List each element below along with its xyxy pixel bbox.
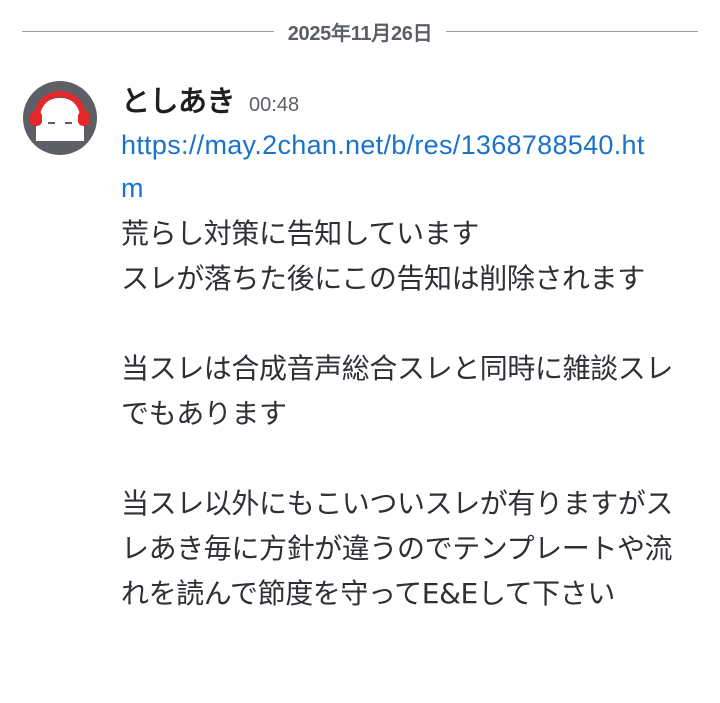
headphones-ghost-avatar-icon [30,90,90,141]
date-divider-label: 2025年11月26日 [287,22,433,45]
message-timestamp: 00:48 [249,94,300,116]
avatar[interactable] [23,81,97,155]
author-name[interactable]: としあき [121,78,236,120]
date-divider-line-right [446,30,698,32]
message-text: 荒らし対策に告知しています スレが落ちた後にこの告知は削除されます 当スレは合成… [121,217,674,610]
message-header: としあき 00:48 [121,78,701,124]
message-link[interactable]: https://may.2chan.net/b/res/1368788540.h… [121,124,661,210]
date-divider-line-left [22,30,274,32]
message-body: としあき 00:48 https://may.2chan.net/b/res/1… [121,78,701,616]
date-divider: 2025年11月26日 [22,18,698,45]
